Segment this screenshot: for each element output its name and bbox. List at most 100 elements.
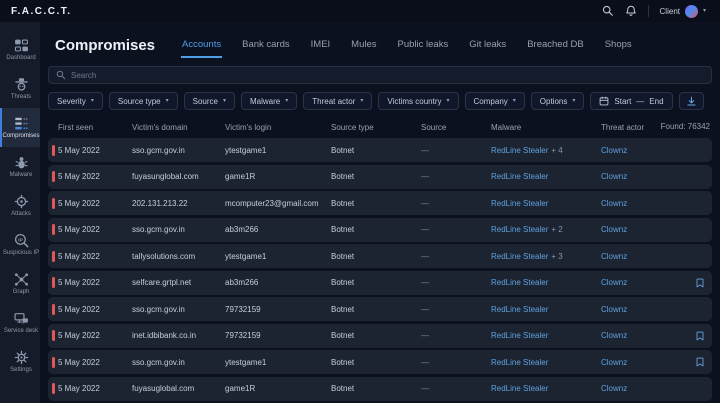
column-header-source-type[interactable]: Source type xyxy=(331,123,421,132)
malware-link[interactable]: RedLine Stealer xyxy=(491,358,548,367)
cell-victim-login: ytestgame1 xyxy=(225,252,331,261)
tab-public-leaks[interactable]: Public leaks xyxy=(397,33,450,58)
table-row[interactable]: 5 May 2022 tallysolutions.com ytestgame1… xyxy=(48,244,712,268)
filter-source[interactable]: Source▾ xyxy=(184,92,235,110)
malware-link[interactable]: RedLine Stealer xyxy=(491,199,548,208)
tab-accounts[interactable]: Accounts xyxy=(181,33,222,58)
bookmark-icon[interactable] xyxy=(695,357,705,367)
column-header-victim-login[interactable]: Victim's login xyxy=(225,123,331,132)
filter-severity[interactable]: Severity▾ xyxy=(48,92,103,110)
client-label: Client xyxy=(660,7,680,16)
table-row[interactable]: 5 May 2022 selfcare.grtpl.net ab3m266 Bo… xyxy=(48,271,712,295)
cell-source: — xyxy=(421,384,491,393)
malware-link[interactable]: RedLine Stealer xyxy=(491,384,548,393)
export-button[interactable] xyxy=(679,92,704,110)
sidebar-item-dashboard[interactable]: Dashboard xyxy=(0,30,40,69)
table-row[interactable]: 5 May 2022 sso.gcm.gov.in ytestgame1 Bot… xyxy=(48,138,712,162)
threat-actor-link[interactable]: Clownz xyxy=(601,278,627,287)
malware-link[interactable]: RedLine Stealer xyxy=(491,331,548,340)
filter-source-type[interactable]: Source type▾ xyxy=(109,92,178,110)
calendar-icon xyxy=(599,96,609,106)
filter-company[interactable]: Company▾ xyxy=(465,92,525,110)
malware-link[interactable]: RedLine Stealer xyxy=(491,252,548,261)
sidebar-item-attacks[interactable]: Attacks xyxy=(0,186,40,225)
sidebar-item-label: Graph xyxy=(13,289,30,295)
sidebar-item-malware[interactable]: Malware xyxy=(0,147,40,186)
tabs: Accounts Bank cards IMEI Mules Public leaks G… xyxy=(181,32,633,58)
column-header-victim-domain[interactable]: Victim's domain xyxy=(132,123,225,132)
filter-victims-country[interactable]: Victims country▾ xyxy=(378,92,458,110)
cell-victim-domain: inet.idbibank.co.in xyxy=(132,331,225,340)
cell-first-seen: 5 May 2022 xyxy=(58,331,132,340)
malware-extra-count[interactable]: + 3 xyxy=(551,252,562,261)
threat-actor-link[interactable]: Clownz xyxy=(601,331,627,340)
severity-indicator xyxy=(52,145,55,156)
threat-actor-link[interactable]: Clownz xyxy=(601,358,627,367)
cell-source-type: Botnet xyxy=(331,358,421,367)
sidebar-item-settings[interactable]: Settings xyxy=(0,342,40,381)
table-row[interactable]: 5 May 2022 fuyasuglobal.com game1R Botne… xyxy=(48,377,712,401)
chevron-down-icon: ▾ xyxy=(166,98,169,104)
sidebar-item-label: Compromises xyxy=(2,133,39,139)
tab-shops[interactable]: Shops xyxy=(604,33,633,58)
sidebar-item-graph[interactable]: Graph xyxy=(0,264,40,303)
cell-victim-domain: selfcare.grtpl.net xyxy=(132,278,225,287)
date-separator: — xyxy=(636,97,644,106)
threat-actor-link[interactable]: Clownz xyxy=(601,199,627,208)
column-header-first-seen[interactable]: First seen xyxy=(58,123,132,132)
sidebar-item-compromises[interactable]: Compromises xyxy=(0,108,40,147)
cell-threat-actor: Clownz xyxy=(601,225,688,234)
column-header-malware[interactable]: Malware xyxy=(491,123,601,132)
malware-link[interactable]: RedLine Stealer xyxy=(491,172,548,181)
filter-threat-actor[interactable]: Threat actor▾ xyxy=(303,92,372,110)
filter-label: Victims country xyxy=(387,97,441,106)
table-row[interactable]: 5 May 2022 202.131.213.22 mcomputer23@gm… xyxy=(48,191,712,215)
threat-actor-link[interactable]: Clownz xyxy=(601,146,627,155)
malware-link[interactable]: RedLine Stealer xyxy=(491,225,548,234)
malware-link[interactable]: RedLine Stealer xyxy=(491,278,548,287)
table-row[interactable]: 5 May 2022 sso.gcm.gov.in ytestgame1 Bot… xyxy=(48,350,712,374)
malware-link[interactable]: RedLine Stealer xyxy=(491,305,548,314)
table-row[interactable]: 5 May 2022 fuyasunglobal.com game1R Botn… xyxy=(48,165,712,189)
column-header-source[interactable]: Source xyxy=(421,123,491,132)
cell-threat-actor: Clownz xyxy=(601,146,688,155)
tab-breached-db[interactable]: Breached DB xyxy=(526,33,585,58)
search-input[interactable] xyxy=(71,71,704,80)
sidebar-item-suspicious-ip[interactable]: IP Suspicious IP xyxy=(0,225,40,264)
download-icon xyxy=(686,96,697,107)
filter-options[interactable]: Options▾ xyxy=(531,92,585,110)
tab-bank-cards[interactable]: Bank cards xyxy=(241,33,291,58)
client-menu[interactable]: Client ▾ xyxy=(660,5,706,18)
sidebar-item-service-desk[interactable]: Service desk xyxy=(0,303,40,342)
sidebar-item-label: Service desk xyxy=(4,328,38,334)
filter-bar: Severity▾ Source type▾ Source▾ Malware▾ Thre… xyxy=(48,92,712,110)
malware-link[interactable]: RedLine Stealer xyxy=(491,146,548,155)
tab-mules[interactable]: Mules xyxy=(350,33,377,58)
sidebar-item-threats[interactable]: Threats xyxy=(0,69,40,108)
threat-actor-link[interactable]: Clownz xyxy=(601,305,627,314)
threat-actor-link[interactable]: Clownz xyxy=(601,252,627,261)
bell-icon[interactable] xyxy=(625,5,637,17)
cell-source-type: Botnet xyxy=(331,278,421,287)
search-icon[interactable] xyxy=(602,5,614,17)
threat-actor-link[interactable]: Clownz xyxy=(601,225,627,234)
table-header: First seen Victim's domain Victim's logi… xyxy=(48,120,712,135)
cell-malware: RedLine Stealer+ 4 xyxy=(491,146,601,155)
cell-source: — xyxy=(421,172,491,181)
tab-imei[interactable]: IMEI xyxy=(310,33,332,58)
threat-actor-link[interactable]: Clownz xyxy=(601,172,627,181)
malware-extra-count[interactable]: + 2 xyxy=(551,225,562,234)
bookmark-icon[interactable] xyxy=(695,331,705,341)
date-range-filter[interactable]: Start — End xyxy=(590,92,672,110)
chevron-down-icon: ▾ xyxy=(513,98,516,104)
malware-extra-count[interactable]: + 4 xyxy=(551,146,562,155)
page-title: Compromises xyxy=(55,37,155,54)
table-row[interactable]: 5 May 2022 sso.gcm.gov.in 79732159 Botne… xyxy=(48,297,712,321)
table-row[interactable]: 5 May 2022 sso.gcm.gov.in ab3m266 Botnet… xyxy=(48,218,712,242)
bookmark-icon[interactable] xyxy=(695,278,705,288)
filter-malware[interactable]: Malware▾ xyxy=(241,92,297,110)
threat-actor-link[interactable]: Clownz xyxy=(601,384,627,393)
spy-icon xyxy=(14,77,29,92)
tab-git-leaks[interactable]: Git leaks xyxy=(468,33,507,58)
table-row[interactable]: 5 May 2022 inet.idbibank.co.in 79732159 … xyxy=(48,324,712,348)
